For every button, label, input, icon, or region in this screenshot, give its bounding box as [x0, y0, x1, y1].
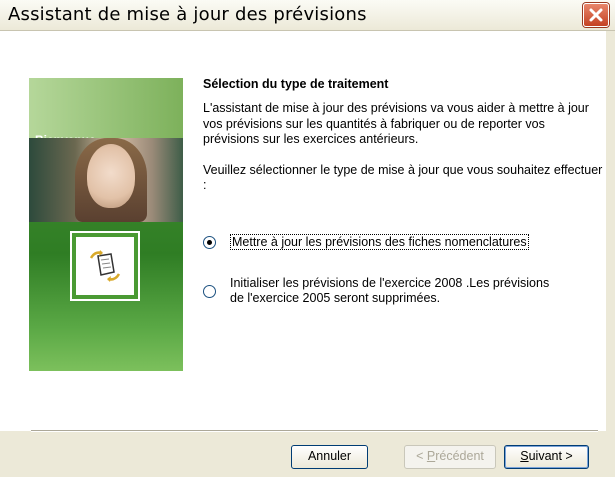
content-panel: Bienvenue Sélection du type de traitemen…: [0, 31, 606, 431]
cancel-button[interactable]: Annuler: [291, 445, 368, 469]
document-arrows-icon: [89, 250, 121, 282]
next-rest: uivant >: [528, 449, 573, 463]
section-heading: Sélection du type de traitement: [203, 77, 389, 91]
previous-button[interactable]: < Précédent: [404, 445, 496, 469]
option-label-update-text: Mettre à jour les prévisions des fiches …: [230, 234, 529, 250]
window-title: Assistant de mise à jour des prévisions: [8, 4, 367, 25]
previous-prefix: <: [416, 449, 427, 463]
intro-text: L'assistant de mise à jour des prévision…: [203, 101, 589, 146]
decorative-band: [29, 78, 183, 138]
next-button[interactable]: Suivant >: [504, 445, 589, 469]
content-text: Sélection du type de traitement L'assist…: [203, 77, 603, 194]
face: [87, 144, 135, 208]
option-label-initialize-line1: Initialiser les prévisions de l'exercice…: [230, 276, 550, 290]
close-icon: [589, 8, 603, 22]
separator: [31, 430, 598, 432]
radio-initialize-exercise[interactable]: [203, 285, 216, 298]
prompt-text: Veuillez sélectionner le type de mise à …: [203, 162, 603, 193]
option-label-initialize-line2: de l'exercice 2005 seront supprimées.: [230, 291, 441, 305]
previous-rest: récédent: [435, 449, 484, 463]
dialog-body: Bienvenue Sélection du type de traitemen…: [0, 31, 615, 477]
welcome-illustration: Bienvenue: [29, 78, 183, 371]
close-button[interactable]: [583, 3, 609, 27]
next-accel: S: [520, 449, 529, 463]
option-label-initialize: Initialiser les prévisions de l'exercice…: [230, 276, 549, 306]
previous-accel: P: [426, 449, 436, 463]
radio-update-nomenclatures[interactable]: [203, 236, 216, 249]
title-bar: Assistant de mise à jour des prévisions: [0, 0, 615, 31]
option-label-update: Mettre à jour les prévisions des fiches …: [230, 234, 529, 250]
photo-woman: [29, 138, 183, 222]
wizard-icon-box: [70, 231, 140, 301]
